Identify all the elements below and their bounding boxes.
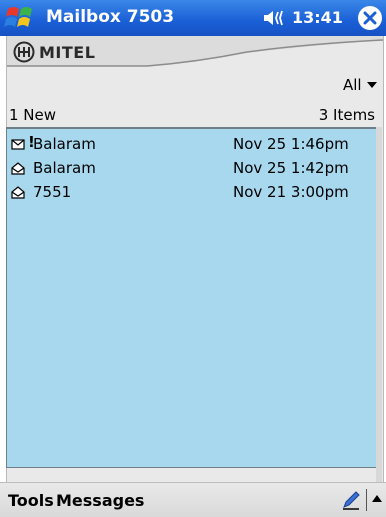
message-sender: 7551 [33,183,72,201]
input-panel-arrow-icon[interactable] [372,495,382,502]
filter-dropdown[interactable]: All [343,76,377,94]
message-date: Nov 25 1:42pm [233,159,349,177]
pen-icon[interactable] [340,489,362,511]
menu-divider [366,489,367,511]
close-button[interactable] [358,6,382,30]
message-sender: Balaram [33,135,96,153]
message-sender: Balaram [33,159,96,177]
filter-value: All [343,76,362,94]
message-date: Nov 25 1:46pm [233,135,349,153]
message-date: Nov 21 3:00pm [233,183,349,201]
panel-edge [376,127,382,483]
summary-row: 1 New 3 Items [7,104,377,126]
volume-icon[interactable] [262,9,288,27]
logo-text: MITEL [39,42,96,62]
item-count: 3 Items [318,106,375,124]
envelope-closed-icon [11,139,25,150]
message-row[interactable]: ! Balaram Nov 25 1:46pm [7,133,377,157]
new-count: 1 New [9,106,57,124]
menu-bar: Tools Messages [0,482,386,517]
envelope-open-icon [11,162,25,175]
message-row[interactable]: 7551 Nov 21 3:00pm [7,181,377,205]
messages-menu[interactable]: Messages [56,491,144,510]
message-row[interactable]: Balaram Nov 25 1:42pm [7,157,377,181]
close-icon [363,11,377,25]
mitel-logo: MITEL [13,40,95,64]
clock[interactable]: 13:41 [292,8,343,27]
tools-menu[interactable]: Tools [8,491,54,510]
window-title: Mailbox 7503 [46,7,175,27]
envelope-open-icon [11,186,25,199]
title-bar: Mailbox 7503 13:41 [0,0,386,36]
mitel-logo-icon [13,41,35,63]
chevron-down-icon [366,82,377,88]
message-list[interactable]: ! Balaram Nov 25 1:46pm Balaram Nov 25 1… [6,127,377,468]
windows-start-icon[interactable] [4,3,38,33]
